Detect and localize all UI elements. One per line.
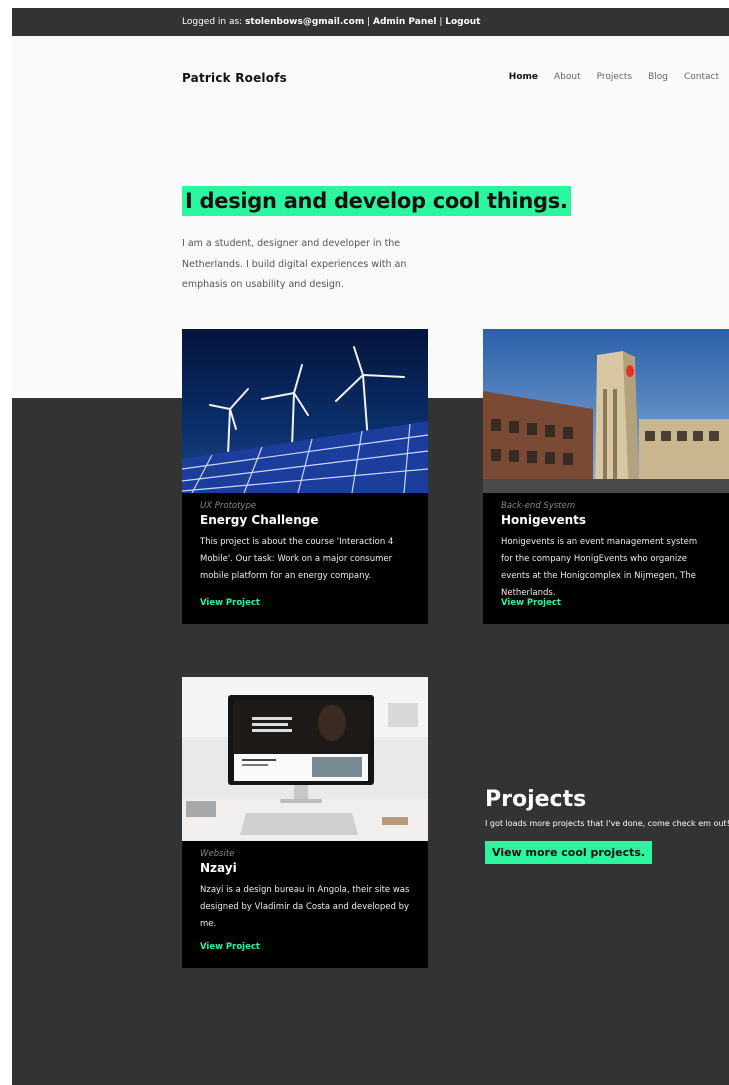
hero-headline: I design and develop cool things. <box>182 186 571 216</box>
nav-blog[interactable]: Blog <box>648 72 668 82</box>
project-image-desk-monitor <box>182 677 428 841</box>
logged-in-label: Logged in as: <box>182 17 243 27</box>
projects-section-subtitle: I got loads more projects that I've done… <box>485 819 729 828</box>
project-image-honig-building <box>483 329 729 493</box>
nav-projects[interactable]: Projects <box>597 72 632 82</box>
site-logo[interactable]: Patrick Roelofs <box>182 71 287 85</box>
view-project-link[interactable]: View Project <box>501 598 561 608</box>
nav-home[interactable]: Home <box>509 72 538 82</box>
admin-bar: Logged in as: stolenbows@gmail.com | Adm… <box>12 8 729 36</box>
logout-link[interactable]: Logout <box>445 17 480 27</box>
view-project-link[interactable]: View Project <box>200 942 260 952</box>
project-card-energy-challenge[interactable]: UX Prototype Energy Challenge This proje… <box>182 329 428 624</box>
project-description: Nzayi is a design bureau in Angola, thei… <box>200 885 410 929</box>
hero-intro: I am a student, designer and developer i… <box>182 238 407 290</box>
project-description: This project is about the course 'Intera… <box>200 537 394 581</box>
page-frame: Logged in as: stolenbows@gmail.com | Adm… <box>12 8 729 1085</box>
project-title: Nzayi <box>200 861 237 875</box>
nav-about[interactable]: About <box>554 72 581 82</box>
admin-panel-link[interactable]: Admin Panel <box>373 17 436 27</box>
project-title: Energy Challenge <box>200 513 319 527</box>
project-type: UX Prototype <box>200 501 257 511</box>
project-description: Honigevents is an event management syste… <box>501 537 698 598</box>
project-card-honigevents[interactable]: Back-end System Honigevents Honigevents … <box>483 329 729 624</box>
project-type: Website <box>200 849 235 859</box>
project-image-wind-solar <box>182 329 428 493</box>
admin-separator: | <box>367 17 371 27</box>
projects-section-title: Projects <box>485 787 587 812</box>
main-nav: Home About Projects Blog Contact <box>509 72 719 82</box>
project-card-nzayi[interactable]: Website Nzayi Nzayi is a design bureau i… <box>182 677 428 968</box>
admin-separator: | <box>439 17 443 27</box>
project-type: Back-end System <box>501 501 576 511</box>
view-more-projects-button[interactable]: View more cool projects. <box>485 841 653 864</box>
nav-contact[interactable]: Contact <box>684 72 719 82</box>
view-project-link[interactable]: View Project <box>200 598 260 608</box>
project-title: Honigevents <box>501 513 587 527</box>
admin-email: stolenbows@gmail.com <box>245 17 365 27</box>
